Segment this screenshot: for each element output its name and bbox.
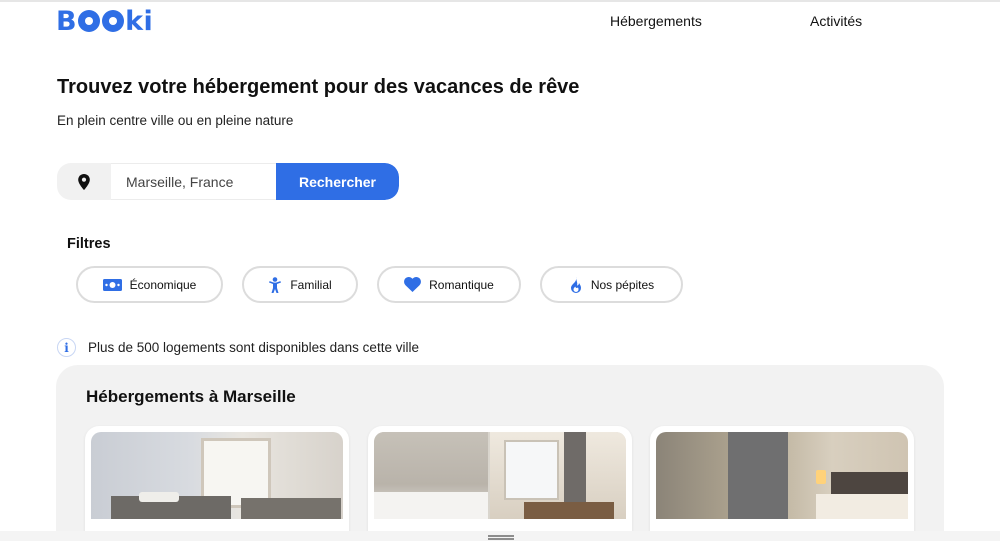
listings-section: Hébergements à Marseille — [56, 365, 944, 541]
listings-title: Hébergements à Marseille — [86, 387, 296, 406]
filter-nos-pepites[interactable]: Nos pépites — [540, 266, 683, 303]
search-bar: Marseille, France Rechercher — [57, 163, 399, 200]
filter-label: Romantique — [429, 277, 494, 292]
listing-photo — [374, 432, 626, 519]
bottom-bar — [0, 531, 1000, 541]
nav-hebergements[interactable]: Hébergements — [610, 13, 702, 29]
page-title: Trouvez votre hébergement pour des vacan… — [57, 76, 580, 98]
listing-photo — [91, 432, 343, 519]
booki-logo[interactable]: Bki — [56, 6, 153, 37]
filter-label: Familial — [290, 277, 332, 292]
filter-label: Nos pépites — [590, 277, 655, 292]
listing-card[interactable] — [85, 426, 349, 541]
search-input[interactable]: Marseille, France — [111, 163, 276, 200]
drag-handle-icon[interactable] — [488, 535, 514, 537]
top-border — [0, 0, 1000, 2]
filter-economique[interactable]: Économique — [76, 266, 223, 303]
info-icon: i — [57, 338, 76, 357]
filter-familial[interactable]: Familial — [242, 266, 358, 303]
nav-activites[interactable]: Activités — [810, 13, 862, 29]
heart-icon — [404, 277, 422, 292]
filters-label: Filtres — [67, 236, 111, 252]
listing-card[interactable] — [368, 426, 632, 541]
filter-label: Économique — [129, 277, 197, 292]
filter-romantique[interactable]: Romantique — [377, 266, 521, 303]
page-subtitle: En plein centre ville ou en pleine natur… — [57, 113, 294, 128]
listing-card[interactable] — [650, 426, 914, 541]
child-icon — [269, 276, 282, 293]
fire-icon — [570, 276, 581, 293]
availability-text: Plus de 500 logements sont disponibles d… — [88, 340, 419, 355]
search-button[interactable]: Rechercher — [276, 163, 399, 200]
listing-photo — [656, 432, 908, 519]
money-icon — [102, 278, 122, 291]
location-pin-icon — [57, 163, 111, 200]
availability-info: i Plus de 500 logements sont disponibles… — [57, 338, 419, 357]
